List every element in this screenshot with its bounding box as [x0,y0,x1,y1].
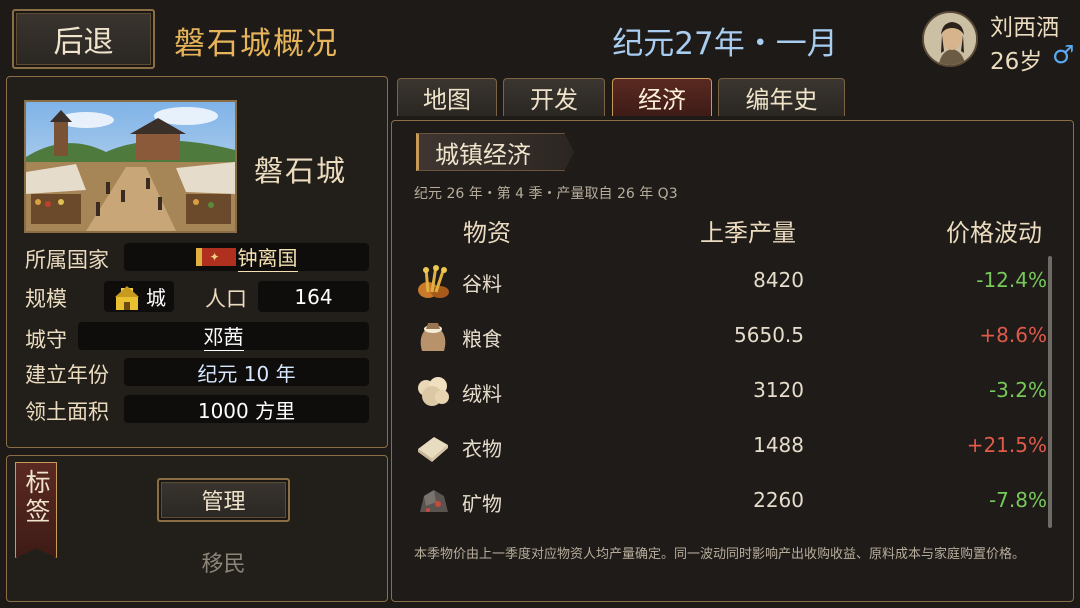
tags-title-banner: 标签 [15,462,57,558]
food-sack-icon [414,317,452,355]
country-field[interactable]: ✦ 钟离国 [124,242,369,272]
ore-icon [414,482,452,520]
goods-name: 衣物 [462,437,502,461]
wool-icon [414,372,452,410]
economy-title: 城镇经济 [435,140,531,169]
goods-output: 1488 [753,433,804,457]
table-row[interactable]: 绒料 3120 -3.2% [412,368,1052,414]
table-row[interactable]: 衣物 1488 +21.5% [412,423,1052,469]
governor-label: 城守 [25,328,67,352]
population-label: 人口 [205,287,247,311]
country-name[interactable]: 钟离国 [237,242,298,272]
economy-subtitle: 纪元 26 年・第 4 季・产量取自 26 年 Q3 [414,186,678,202]
tab-map[interactable]: 地图 [397,78,497,116]
column-header-price-change: 价格波动 [946,219,1042,247]
cloth-icon [414,427,452,465]
column-header-output: 上季产量 [700,219,796,247]
population-field: 164 [258,281,369,312]
price-change: +8.6% [979,323,1047,347]
goods-name: 粮食 [462,327,502,351]
player-name: 刘西洒 [990,15,1059,41]
date-display: 纪元27年・一月 [612,26,838,62]
tab-economy[interactable]: 经济 [612,78,712,116]
tab-chronicle[interactable]: 编年史 [718,78,845,116]
column-header-goods: 物资 [463,219,511,247]
table-row[interactable]: 谷料 8420 -12.4% [412,258,1052,304]
goods-output: 5650.5 [734,323,804,347]
price-change: +21.5% [966,433,1047,457]
goods-output: 3120 [753,378,804,402]
governor-field[interactable]: 邓茜 [78,321,369,351]
goods-name: 绒料 [462,382,502,406]
grain-icon [414,262,452,300]
scale-field: 城 [104,281,174,312]
scale-value: 城 [146,286,166,310]
city-scale-icon [112,282,142,312]
economy-title-banner: 城镇经济 [416,133,574,171]
player-avatar[interactable] [922,11,978,67]
country-flag-icon: ✦ [195,248,236,266]
founded-label: 建立年份 [25,363,109,387]
city-name: 磐石城 [254,154,348,188]
back-button[interactable]: 后退 [12,9,155,69]
economy-footnote: 本季物价由上一季度对应物资人均产量确定。同一波动同时影响产出收购收益、原料成本与… [414,547,1026,562]
page-title: 磐石城概况 [174,26,339,62]
territory-label: 领土面积 [25,400,109,424]
scrollbar[interactable] [1048,256,1052,528]
price-change: -7.8% [988,488,1047,512]
table-row[interactable]: 粮食 5650.5 +8.6% [412,313,1052,359]
tag-item: 移民 [201,552,246,577]
price-change: -12.4% [976,268,1047,292]
founded-field: 纪元 10 年 [124,358,369,386]
territory-field: 1000 方里 [124,395,369,423]
goods-name: 矿物 [462,492,502,516]
goods-output: 8420 [753,268,804,292]
goods-output: 2260 [753,488,804,512]
country-label: 所属国家 [25,248,109,272]
tags-title: 标签 [22,469,51,527]
player-age: 26岁 [990,49,1043,75]
tab-development[interactable]: 开发 [503,78,605,116]
goods-name: 谷料 [462,272,502,296]
price-change: -3.2% [988,378,1047,402]
scale-label: 规模 [25,287,67,311]
governor-name[interactable]: 邓茜 [203,321,244,351]
city-image [24,100,237,233]
manage-button[interactable]: 管理 [157,478,290,522]
table-row[interactable]: 矿物 2260 -7.8% [412,478,1052,524]
male-icon: ♂ [1052,40,1075,69]
